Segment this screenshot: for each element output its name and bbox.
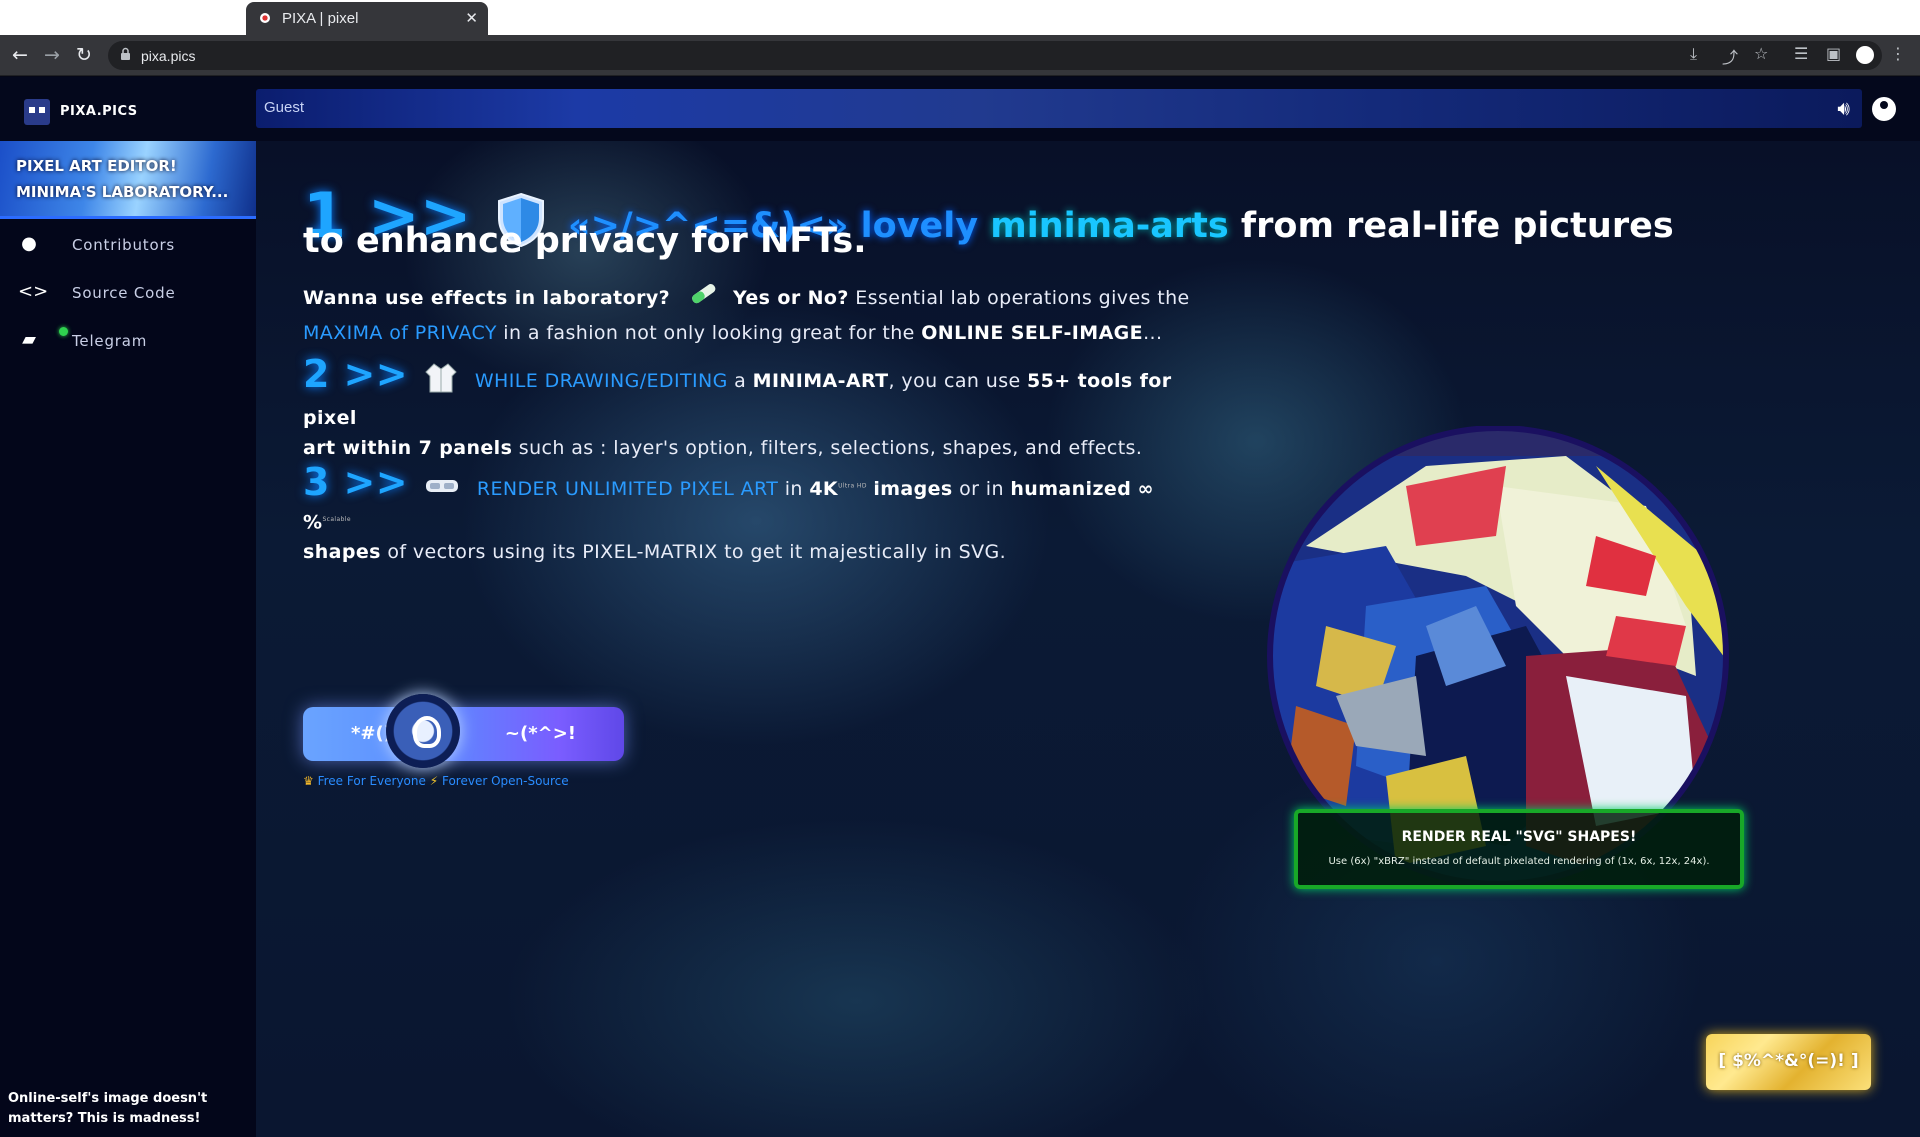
step1-rest: from real-life pictures: [1240, 206, 1674, 246]
browser-toolbar: ← → ↻ pixa.pics ⤓ ⤴ ☆ ☰ ▣ ⋮: [0, 35, 1920, 76]
step3-4k: 4K: [809, 478, 839, 500]
gold-button-label: [ $%^*&°(=)! ]: [1718, 1051, 1859, 1071]
favicon-icon: [260, 13, 270, 23]
browser-tab[interactable]: PIXA | pixel ✕: [246, 2, 488, 35]
sidebar-quote: Online-self's image doesn't matters? Thi…: [8, 1091, 208, 1126]
cta-right-text: ~(*^>!: [504, 723, 576, 744]
gold-action-button[interactable]: [ $%^*&°(=)! ]: [1706, 1034, 1871, 1090]
step3-humanized: humanized: [1010, 478, 1132, 500]
render-unlimited-link[interactable]: RENDER UNLIMITED PIXEL ART: [477, 478, 778, 500]
step3-rest: of vectors using its PIXEL-MATRIX to get…: [387, 541, 1007, 564]
step3-shapes: shapes: [303, 541, 381, 564]
sidebar-item-contributors[interactable]: ● Contributors: [0, 225, 256, 265]
step3-number: 3 >>: [303, 460, 408, 504]
reload-icon[interactable]: ↻: [76, 44, 92, 66]
test-tube-icon: [685, 279, 719, 318]
vr-goggles-icon: [424, 474, 460, 505]
lab-ellipsis: ...: [1143, 322, 1163, 344]
step2-rest: such as : layer's option, filters, selec…: [518, 437, 1143, 459]
step3-inf-sup: Scalable: [322, 516, 351, 523]
main-content: 1 >> «>/>^<=&)<» lovely minima-arts from…: [256, 141, 1920, 1137]
lock-icon: [121, 47, 130, 60]
pixa-logo-icon[interactable]: [24, 99, 50, 125]
user-bar: Guest 🔊︎: [256, 89, 1862, 128]
step2-a: a: [734, 370, 747, 392]
svg-notice-subtitle: Use (6x) "xBRZ" instead of default pixel…: [1328, 856, 1710, 867]
person-icon: ●: [21, 233, 37, 254]
lab-coat-icon: [424, 360, 458, 403]
step2-number: 2 >>: [303, 352, 408, 396]
tagline-free: Free For Everyone: [317, 774, 426, 788]
sidebar-item-source-code[interactable]: <> Source Code: [0, 273, 256, 313]
forward-icon[interactable]: →: [44, 44, 60, 66]
sidebar-item-label: Contributors: [72, 236, 176, 254]
tab-close-icon[interactable]: ✕: [465, 9, 478, 27]
sidebar-item-label: Telegram: [72, 332, 148, 350]
while-drawing-link[interactable]: WHILE DRAWING/EDITING: [475, 370, 728, 392]
lab-paragraph: Wanna use effects in laboratory? Yes or …: [303, 279, 1203, 348]
pixa-emblem-icon[interactable]: [386, 694, 460, 768]
sidebar: PIXEL ART EDITOR! MINIMA'S LABORATORY...…: [0, 141, 256, 1137]
brand-name[interactable]: PIXA.PICS: [60, 104, 138, 119]
sidebar-item-telegram[interactable]: ▰ Telegram: [0, 321, 256, 361]
sidepanel-icon[interactable]: ▣: [1826, 44, 1841, 63]
step3-4k-sup: Ultra HD: [838, 482, 867, 490]
step3-images: images: [873, 478, 953, 500]
lightning-icon: ⚡: [429, 774, 439, 788]
tagline-open: Forever Open-Source: [441, 774, 569, 788]
step3-in: in: [784, 478, 803, 500]
crown-icon: ♛: [303, 774, 314, 788]
sidebar-promo-banner[interactable]: PIXEL ART EDITOR! MINIMA'S LABORATORY...: [0, 141, 256, 219]
svg-notice-title: RENDER REAL "SVG" SHAPES!: [1401, 829, 1637, 845]
bookmark-star-icon[interactable]: ☆: [1754, 44, 1768, 63]
tab-title: PIXA | pixel: [282, 10, 359, 27]
step1-line2: to enhance privacy for NFTs.: [303, 221, 867, 261]
app-header: PIXA.PICS Guest 🔊︎: [0, 77, 1920, 141]
step1-lovely: lovely: [860, 206, 979, 246]
step2-paragraph: 2 >> WHILE DRAWING/EDITING a MINIMA-ART,…: [303, 355, 1203, 463]
address-bar[interactable]: pixa.pics: [108, 41, 1882, 70]
step1-minima-arts: minima-arts: [990, 206, 1229, 246]
step2-minima: MINIMA-ART: [752, 370, 889, 392]
install-icon[interactable]: ⤓: [1690, 44, 1697, 64]
menu-kebab-icon[interactable]: ⋮: [1890, 44, 1906, 63]
promo-line1: PIXEL ART EDITOR!: [16, 157, 177, 175]
lab-rest: Essential lab operations gives the: [855, 287, 1190, 309]
step3-orin: or in: [959, 478, 1004, 500]
online-self-image: ONLINE SELF-IMAGE: [921, 322, 1144, 344]
share-icon[interactable]: ⤴: [1722, 44, 1738, 68]
online-status-dot: [59, 327, 68, 336]
volume-icon[interactable]: 🔊︎: [1837, 96, 1850, 120]
account-icon[interactable]: [1872, 97, 1896, 121]
promo-line2: MINIMA'S LABORATORY...: [16, 183, 229, 201]
chat-icon: ▰: [22, 329, 36, 350]
maxima-of-privacy-link[interactable]: MAXIMA of PRIVACY: [303, 322, 497, 344]
back-icon[interactable]: ←: [12, 44, 28, 66]
step2-art: art within 7 panels: [303, 437, 513, 459]
start-editor-button[interactable]: *#()&? ~(*^>!: [303, 707, 624, 761]
lab-yes-no: Yes or No?: [732, 287, 849, 309]
render-svg-notice[interactable]: RENDER REAL "SVG" SHAPES! Use (6x) "xBRZ…: [1294, 809, 1744, 889]
user-name: Guest: [264, 99, 305, 116]
step3-paragraph: 3 >> RENDER UNLIMITED PIXEL ART in 4KUlt…: [303, 463, 1203, 567]
url-text: pixa.pics: [141, 48, 196, 64]
step2-mid: , you can use: [888, 370, 1021, 392]
code-icon: <>: [18, 281, 49, 302]
profile-icon[interactable]: [1856, 46, 1874, 64]
sidebar-item-label: Source Code: [72, 284, 176, 302]
media-icon[interactable]: ☰: [1794, 44, 1808, 63]
lab-question: Wanna use effects in laboratory?: [303, 287, 671, 309]
tagline: ♛ Free For Everyone ⚡ Forever Open-Sourc…: [303, 774, 569, 788]
lab-rest2: in a fashion not only looking great for …: [503, 322, 915, 344]
browser-tabstrip: PIXA | pixel ✕: [0, 0, 1920, 35]
